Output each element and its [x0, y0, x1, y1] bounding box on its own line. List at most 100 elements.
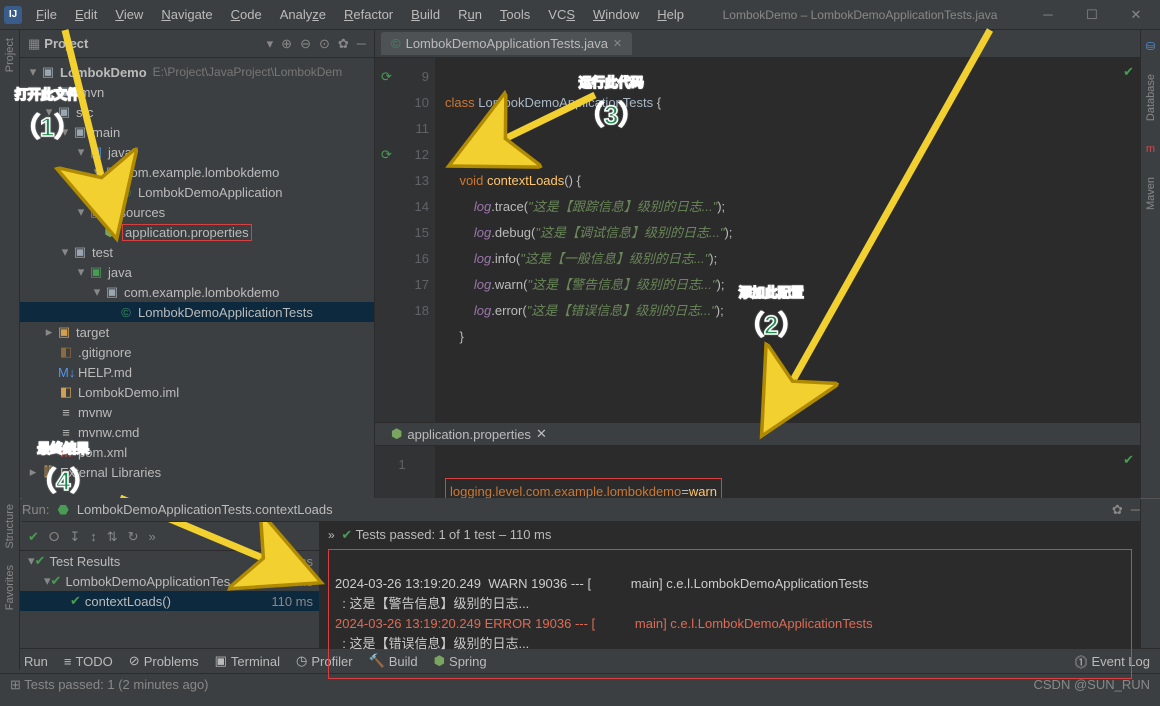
minimize-button[interactable]: ─	[1028, 3, 1068, 27]
class-icon: ©	[391, 36, 401, 51]
run-header: Run: ⬣ LombokDemoApplicationTests.contex…	[22, 498, 1140, 522]
close-icon[interactable]: ✕	[613, 37, 622, 50]
panel-title: Project	[44, 36, 266, 51]
menu-view[interactable]: View	[107, 3, 151, 26]
tree-item[interactable]: ▾▣resources	[20, 202, 374, 222]
project-tree[interactable]: ▾▣LombokDemoE:\Project\JavaProject\Lombo…	[20, 58, 374, 498]
hide-icon[interactable]: ─	[1131, 502, 1140, 517]
sort-icon[interactable]: ↧	[69, 529, 80, 545]
chevron-down-icon[interactable]: ▾	[267, 36, 274, 52]
tree-item[interactable]: ≡mvnw.cmd	[20, 422, 374, 442]
menu-build[interactable]: Build	[403, 3, 448, 26]
tree-item[interactable]: ▾▣main	[20, 122, 374, 142]
expand-icon[interactable]: ↕	[90, 529, 97, 544]
tree-item[interactable]: ©LombokDemoApplication	[20, 182, 374, 202]
tick-icon[interactable]: ✔	[28, 529, 39, 545]
tree-application-properties[interactable]: ⬢application.properties	[20, 222, 374, 242]
menu-window[interactable]: Window	[585, 3, 647, 26]
menu-help[interactable]: Help	[649, 3, 692, 26]
filter-icon[interactable]: ⭘	[49, 529, 59, 545]
tree-item[interactable]: mpom.xml	[20, 442, 374, 462]
project-tool-window: ▦ Project ▾ ⊕ ⊖ ⊙ ✿ ─ ▾▣LombokDemoE:\Pro…	[20, 30, 375, 498]
tree-item[interactable]: M↓HELP.md	[20, 362, 374, 382]
main-menu: File Edit View Navigate Code Analyze Ref…	[28, 3, 692, 26]
menu-run[interactable]: Run	[450, 3, 490, 26]
menu-file[interactable]: File	[28, 3, 65, 26]
database-icon[interactable]: ⛁	[1143, 38, 1159, 54]
status-tool-icon[interactable]: ⊞	[10, 677, 21, 693]
rail-structure[interactable]: Structure	[4, 504, 16, 549]
right-tool-rail: ⛁ Database m Maven	[1140, 30, 1160, 498]
console-output: 2024-03-26 13:19:20.249 WARN 19036 --- […	[328, 549, 1132, 679]
tree-item[interactable]: ▾▣test	[20, 242, 374, 262]
gutter: 1	[375, 446, 435, 498]
tree-item[interactable]: ▾▣src	[20, 102, 374, 122]
close-icon[interactable]: ✕	[536, 426, 547, 442]
properties-icon: ⬢	[391, 426, 402, 442]
menu-refactor[interactable]: Refactor	[336, 3, 401, 26]
menu-tools[interactable]: Tools	[492, 3, 538, 26]
rail-database[interactable]: Database	[1145, 74, 1157, 121]
run-gutter-icon[interactable]: ⟳	[381, 142, 392, 168]
props-editor-tabs: ⬢ application.properties ✕	[375, 422, 1140, 446]
menu-edit[interactable]: Edit	[67, 3, 105, 26]
gutter: 9 ⟳ 1011 12 ⟳ 131415161718	[375, 58, 435, 422]
tab-test-file[interactable]: © LombokDemoApplicationTests.java ✕	[381, 32, 632, 55]
tree-item[interactable]: ▾▣com.example.lombokdemo	[20, 282, 374, 302]
tree-item[interactable]: ▾▣java	[20, 262, 374, 282]
code-editor[interactable]: 9 ⟳ 1011 12 ⟳ 131415161718 class LombokD…	[375, 58, 1140, 422]
collapse-icon[interactable]: ⊕	[281, 36, 292, 52]
tree-root[interactable]: ▾▣LombokDemoE:\Project\JavaProject\Lombo…	[20, 62, 374, 82]
tab-problems[interactable]: ⊘Problems	[129, 653, 199, 669]
run-config-name: LombokDemoApplicationTests.contextLoads	[77, 502, 333, 517]
gear-icon[interactable]: ✿	[1112, 502, 1123, 518]
gear-icon[interactable]: ✿	[338, 36, 349, 52]
history-icon[interactable]: ↻	[128, 529, 139, 545]
app-icon: IJ	[4, 6, 22, 24]
left-tool-rail: Project	[0, 30, 20, 498]
menu-code[interactable]: Code	[223, 3, 270, 26]
properties-editor[interactable]: 1 logging.level.com.example.lombokdemo=w…	[375, 446, 1140, 498]
inspection-ok-icon: ✔	[1123, 452, 1134, 468]
tree-item[interactable]: ▸▣.mvn	[20, 82, 374, 102]
tab-todo[interactable]: ≡TODO	[64, 654, 113, 669]
rail-maven[interactable]: Maven	[1145, 177, 1157, 210]
maximize-button[interactable]: ☐	[1072, 3, 1112, 27]
inspection-ok-icon: ✔	[1123, 64, 1134, 80]
select-opened-icon[interactable]: ⊙	[319, 36, 330, 52]
maven-icon[interactable]: m	[1143, 141, 1159, 157]
run-gutter-icon[interactable]: ⟳	[381, 64, 392, 90]
test-toolbar: ✔ ⭘ ↧ ↕ ⇅ ↻ »	[20, 523, 319, 551]
expand-icon[interactable]: ⊖	[300, 36, 311, 52]
status-right: CSDN @SUN_RUN	[1034, 677, 1151, 692]
hide-icon[interactable]: ─	[357, 36, 366, 52]
close-button[interactable]: ✕	[1116, 3, 1156, 27]
editor-area: © LombokDemoApplicationTests.java ✕ 9 ⟳ …	[375, 30, 1140, 498]
code-body[interactable]: class LombokDemoApplicationTests { @Test…	[435, 58, 742, 422]
status-message: Tests passed: 1 (2 minutes ago)	[24, 677, 208, 692]
rail-favorites[interactable]: Favorites	[4, 565, 16, 610]
tree-item[interactable]: ▾▣java	[20, 142, 374, 162]
collapse-icon[interactable]: ⇅	[107, 529, 118, 545]
tree-test-class[interactable]: ©LombokDemoApplicationTests	[20, 302, 374, 322]
tree-item[interactable]: ≡mvnw	[20, 402, 374, 422]
tree-item[interactable]: ◧LombokDemo.iml	[20, 382, 374, 402]
more-icon[interactable]: »	[149, 529, 156, 544]
menu-analyze[interactable]: Analyze	[272, 3, 334, 26]
editor-tabs: © LombokDemoApplicationTests.java ✕	[375, 30, 1140, 58]
rail-project[interactable]: Project	[4, 38, 16, 72]
tree-external-libraries[interactable]: ▸⫿⫿External Libraries	[20, 462, 374, 482]
test-results-root[interactable]: ▾ ✔Test Results110 ms	[20, 551, 319, 571]
tree-item[interactable]: ▾▣com.example.lombokdemo	[20, 162, 374, 182]
tab-terminal[interactable]: ▣Terminal	[215, 653, 280, 669]
menu-navigate[interactable]: Navigate	[153, 3, 220, 26]
window-controls: ─ ☐ ✕	[1028, 3, 1156, 27]
tab-app-properties[interactable]: ⬢ application.properties ✕	[383, 424, 555, 444]
window-title: LombokDemo – LombokDemoApplicationTests.…	[692, 8, 1028, 22]
tree-item[interactable]: ▸▣target	[20, 322, 374, 342]
menu-vcs[interactable]: VCS	[540, 3, 583, 26]
tree-item[interactable]: ◧.gitignore	[20, 342, 374, 362]
test-config-icon: ⬣	[57, 502, 68, 518]
test-method-row[interactable]: ✔contextLoads()110 ms	[20, 591, 319, 611]
test-class-row[interactable]: ▾ ✔LombokDemoApplicationTes110 ms	[20, 571, 319, 591]
